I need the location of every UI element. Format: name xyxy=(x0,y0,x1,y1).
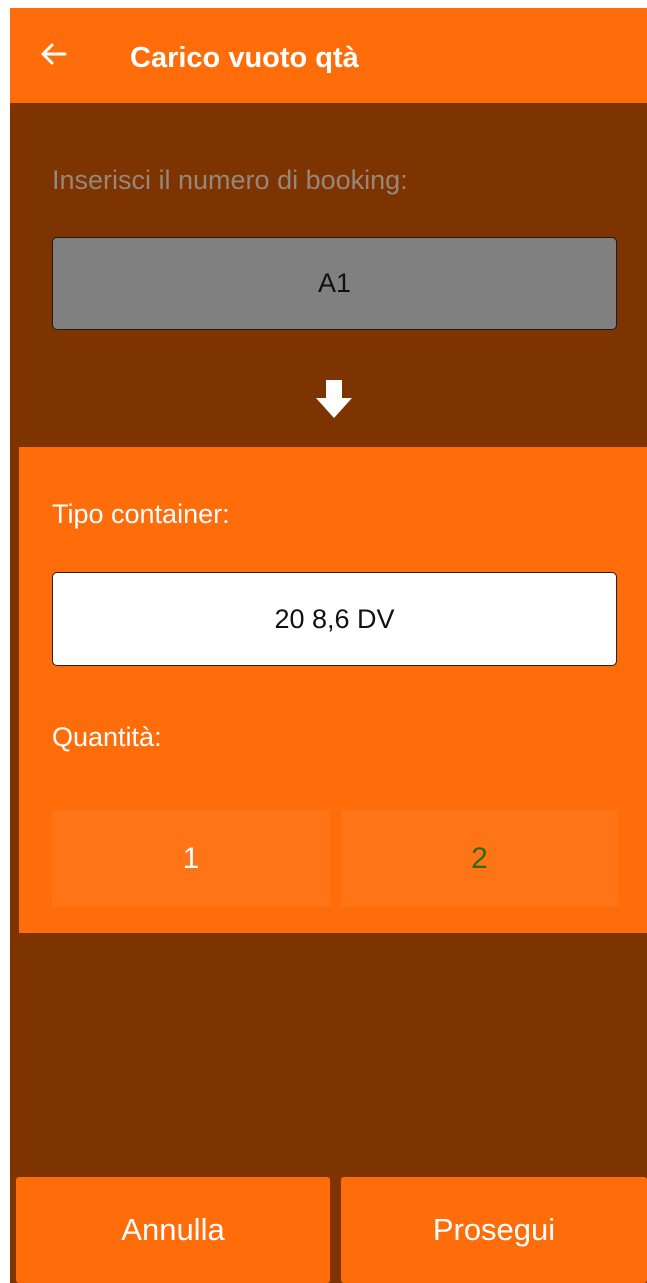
arrow-left-icon[interactable] xyxy=(38,38,70,70)
app-bar: Carico vuoto qtà xyxy=(10,8,647,103)
container-selection-panel: Tipo container: 20 8,6 DV Quantità: 1 2 xyxy=(19,447,647,933)
container-type-field[interactable]: 20 8,6 DV xyxy=(52,572,617,666)
quantity-option-2-selected[interactable]: 2 xyxy=(341,810,618,907)
down-arrow-icon xyxy=(316,380,352,418)
quantity-option-1[interactable]: 1 xyxy=(52,810,330,907)
booking-number-field[interactable]: A1 xyxy=(52,237,617,330)
mobile-screen: Carico vuoto qtà Inserisci il numero di … xyxy=(10,8,647,1283)
booking-number-label: Inserisci il numero di booking: xyxy=(52,165,408,195)
container-type-label: Tipo container: xyxy=(52,499,230,529)
cancel-button[interactable]: Annulla xyxy=(16,1177,330,1283)
page-title: Carico vuoto qtà xyxy=(130,42,359,74)
quantity-label: Quantità: xyxy=(52,722,162,752)
continue-button[interactable]: Prosegui xyxy=(341,1177,647,1283)
